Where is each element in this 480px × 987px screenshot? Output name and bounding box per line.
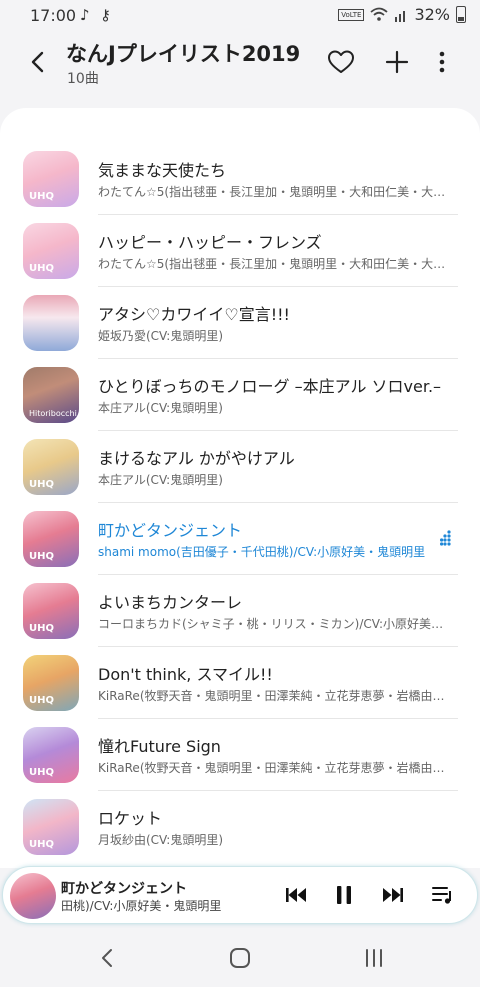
- uhq-badge: UHQ: [29, 695, 54, 706]
- battery-icon: [456, 6, 466, 23]
- track-artist: 本庄アル(CV:鬼頭明里): [98, 401, 223, 415]
- track-title: よいまちカンターレ: [98, 593, 243, 612]
- uhq-badge: UHQ: [29, 623, 54, 634]
- track-title: アタシ♡カワイイ♡宣言!!!: [98, 305, 290, 324]
- now-playing-title: 町かどタンジェント: [61, 881, 187, 897]
- track-artist: わたてん☆5(指出毬亜・長江里加・鬼頭明里・大和田仁美・大…: [98, 257, 446, 271]
- track-artist: 姫坂乃愛(CV:鬼頭明里): [98, 329, 224, 343]
- track-row[interactable]: UHQ ロケット 月坂紗由(CV:鬼頭明里): [0, 791, 480, 863]
- album-art: [23, 295, 79, 351]
- track-title: Don't think, スマイル!!: [98, 665, 273, 684]
- more-options-button[interactable]: [426, 46, 458, 78]
- uhq-badge: UHQ: [29, 263, 54, 274]
- now-playing-artist: 田桃)/CV:小原好美・鬼頭明里: [61, 899, 222, 913]
- track-title: ハッピー・ハッピー・フレンズ: [98, 233, 322, 252]
- now-playing-icon: [440, 530, 451, 546]
- nav-home-button[interactable]: [228, 946, 252, 970]
- album-art: UHQ: [23, 727, 79, 783]
- status-bar: 17:00 ♪ ⚷ VoLTE 32%: [0, 0, 480, 32]
- track-row[interactable]: UHQ 憧れFuture Sign KiRaRe(牧野天音・鬼頭明里・田澤茉純・…: [0, 719, 480, 791]
- playlist-title: なんJプレイリスト2019: [66, 42, 301, 66]
- album-art[interactable]: [10, 873, 56, 919]
- battery-percent: 32%: [414, 5, 450, 24]
- app-header: なんJプレイリスト2019 10曲: [0, 32, 480, 102]
- music-note-icon: ♪: [80, 6, 90, 24]
- add-button[interactable]: [381, 46, 413, 78]
- track-row[interactable]: アタシ♡カワイイ♡宣言!!! 姫坂乃愛(CV:鬼頭明里): [0, 287, 480, 359]
- album-art: UHQ: [23, 511, 79, 567]
- track-artist: 月坂紗由(CV:鬼頭明里): [98, 833, 224, 847]
- wifi-icon: [370, 7, 389, 21]
- track-artist: コーロまちカド(シャミ子・桃・リリス・ミカン)/CV:小原好美・鬼頭…: [98, 617, 453, 631]
- previous-button[interactable]: [283, 882, 309, 908]
- track-artist: わたてん☆5(指出毬亜・長江里加・鬼頭明里・大和田仁美・大…: [98, 185, 446, 199]
- track-title: 町かどタンジェント: [98, 521, 243, 540]
- navigation-bar: [0, 928, 480, 987]
- track-row[interactable]: UHQ ハッピー・ハッピー・フレンズ わたてん☆5(指出毬亜・長江里加・鬼頭明里…: [0, 215, 480, 287]
- key-icon: ⚷: [100, 6, 111, 24]
- album-art: UHQ: [23, 799, 79, 855]
- track-row-now-playing[interactable]: UHQ 町かどタンジェント shami momo(吉田優子・千代田桃)/CV:小…: [0, 503, 480, 575]
- uhq-badge: UHQ: [29, 191, 54, 202]
- back-button[interactable]: [22, 46, 54, 78]
- track-artist: KiRaRe(牧野天音・鬼頭明里・田澤茉純・立花芽恵夢・岩橋由…: [98, 761, 445, 775]
- album-art: UHQ: [23, 151, 79, 207]
- track-title: ひとりぼっちのモノローグ –本庄アル ソロver.–: [98, 377, 442, 396]
- track-title: まけるなアル かがやけアル: [98, 449, 295, 468]
- track-list[interactable]: UHQ 気ままな天使たち わたてん☆5(指出毬亜・長江里加・鬼頭明里・大和田仁美…: [0, 108, 480, 868]
- volte-icon: VoLTE: [338, 8, 365, 21]
- album-art: UHQ: [23, 439, 79, 495]
- uhq-badge: UHQ: [29, 839, 54, 850]
- track-row[interactable]: UHQ 気ままな天使たち わたてん☆5(指出毬亜・長江里加・鬼頭明里・大和田仁美…: [0, 143, 480, 215]
- uhq-badge: UHQ: [29, 551, 54, 562]
- uhq-badge: UHQ: [29, 479, 54, 490]
- track-artist: KiRaRe(牧野天音・鬼頭明里・田澤茉純・立花芽恵夢・岩橋由…: [98, 689, 445, 703]
- track-title: ロケット: [98, 809, 163, 828]
- album-art: UHQ: [23, 655, 79, 711]
- favorite-button[interactable]: [325, 46, 357, 78]
- album-art: UHQ: [23, 223, 79, 279]
- track-row[interactable]: Hitoribocchi ひとりぼっちのモノローグ –本庄アル ソロver.– …: [0, 359, 480, 431]
- queue-button[interactable]: [430, 882, 456, 908]
- track-row[interactable]: UHQ まけるなアル かがやけアル 本庄アル(CV:鬼頭明里): [0, 431, 480, 503]
- pause-button[interactable]: [331, 882, 357, 908]
- album-art: UHQ: [23, 583, 79, 639]
- track-title: 憧れFuture Sign: [98, 737, 221, 756]
- track-count: 10曲: [67, 71, 99, 87]
- album-art-text: Hitoribocchi: [29, 409, 77, 418]
- track-title: 気ままな天使たち: [98, 161, 227, 180]
- track-row[interactable]: UHQ Don't think, スマイル!! KiRaRe(牧野天音・鬼頭明里…: [0, 647, 480, 719]
- mini-player[interactable]: 町かどタンジェント 田桃)/CV:小原好美・鬼頭明里: [2, 866, 478, 924]
- nav-recents-button[interactable]: [362, 946, 386, 970]
- status-time: 17:00: [30, 6, 77, 25]
- nav-back-button[interactable]: [96, 946, 120, 970]
- signal-icon: [395, 11, 406, 22]
- next-button[interactable]: [380, 882, 406, 908]
- album-art: Hitoribocchi: [23, 367, 79, 423]
- track-artist: shami momo(吉田優子・千代田桃)/CV:小原好美・鬼頭明里: [98, 545, 426, 559]
- track-row[interactable]: UHQ よいまちカンターレ コーロまちカド(シャミ子・桃・リリス・ミカン)/CV…: [0, 575, 480, 647]
- track-artist: 本庄アル(CV:鬼頭明里): [98, 473, 223, 487]
- uhq-badge: UHQ: [29, 767, 54, 778]
